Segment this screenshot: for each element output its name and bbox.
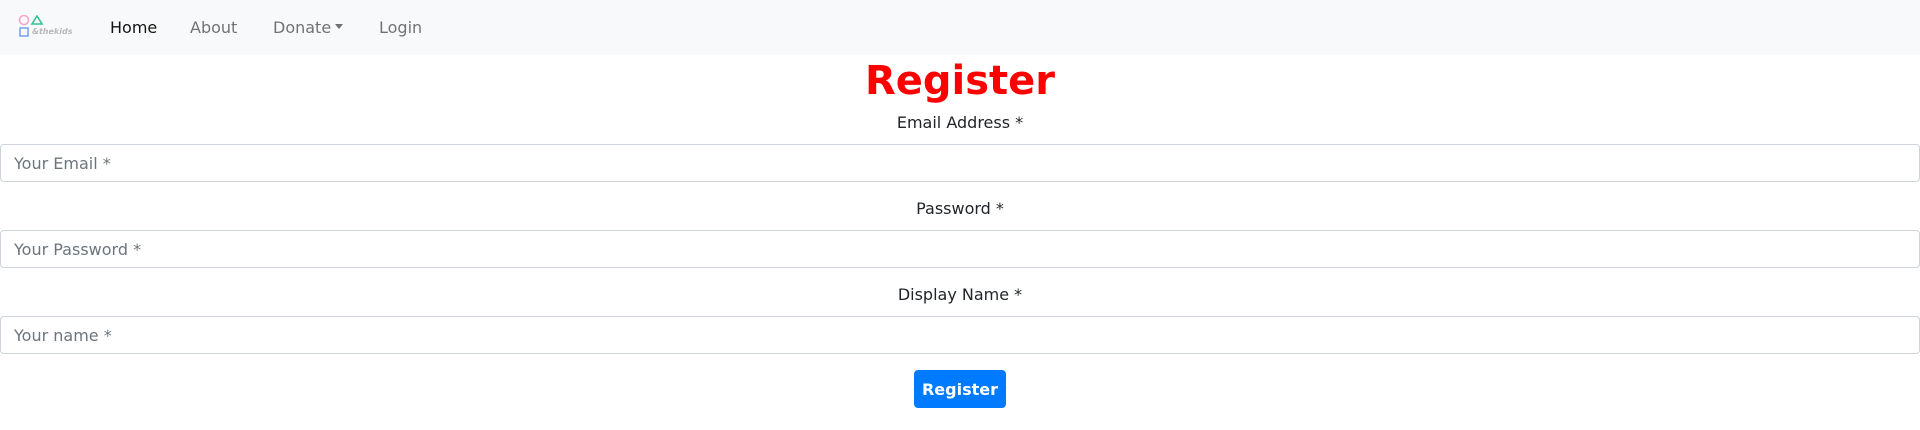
brand-logo[interactable]: &thekids	[18, 15, 76, 41]
email-label: Email Address *	[896, 113, 1024, 132]
chevron-down-icon	[335, 24, 344, 29]
register-button[interactable]: Register	[914, 370, 1006, 408]
shapes-logo-icon: &thekids	[18, 15, 73, 37]
display-name-label: Display Name *	[897, 285, 1023, 304]
svg-text:&thekids: &thekids	[32, 27, 73, 36]
email-field[interactable]	[0, 144, 1920, 182]
password-label: Password *	[916, 199, 1004, 218]
display-name-field[interactable]	[0, 316, 1920, 354]
top-navbar: &thekids Home About Donate Login	[0, 0, 1920, 55]
nav-item-home[interactable]: Home	[110, 0, 157, 55]
nav-item-donate-label: Donate	[273, 18, 332, 37]
nav-item-donate[interactable]: Donate	[273, 0, 344, 55]
nav-item-about[interactable]: About	[190, 0, 237, 55]
nav-item-login[interactable]: Login	[379, 0, 422, 55]
password-field[interactable]	[0, 230, 1920, 268]
page-title: Register	[864, 58, 1056, 104]
